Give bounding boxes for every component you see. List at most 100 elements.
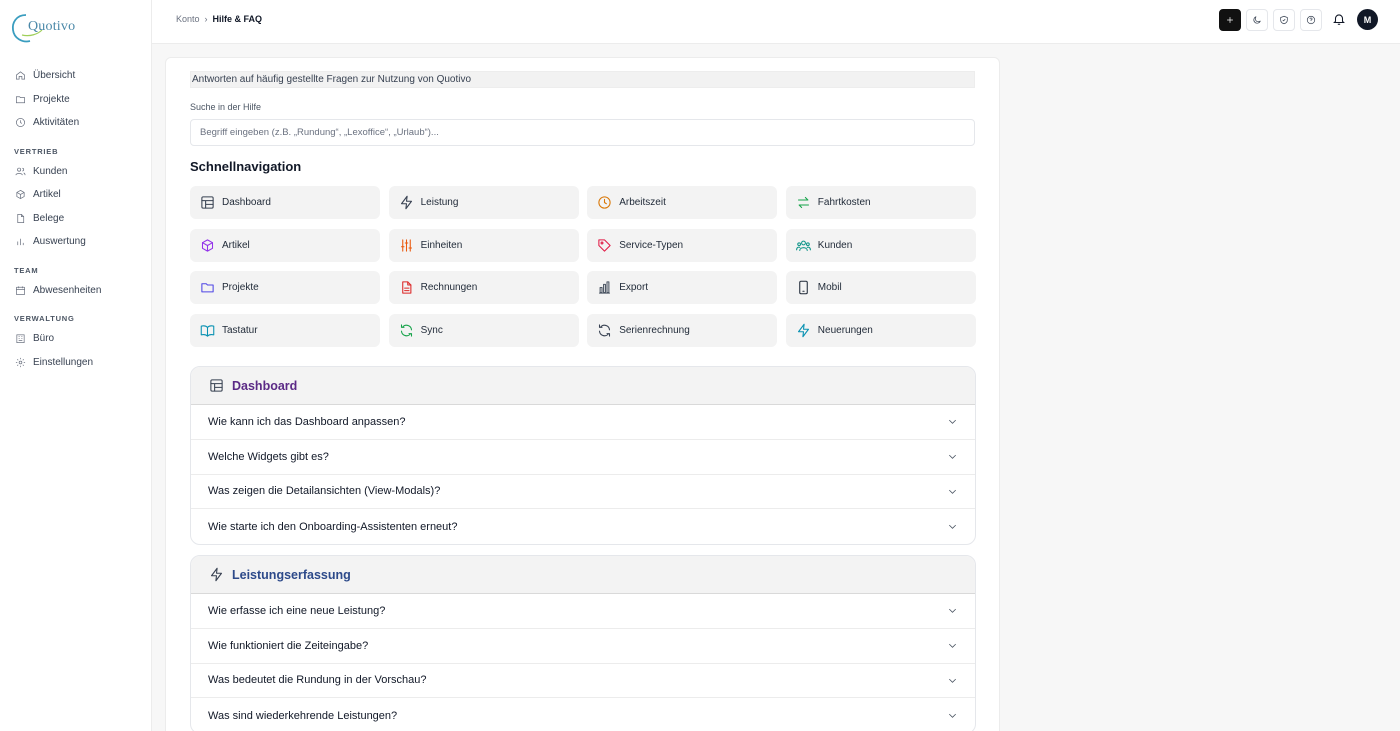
box-icon	[16, 190, 25, 200]
quick-nav-rechnungen[interactable]: Rechnungen	[388, 271, 579, 304]
book-icon	[200, 324, 215, 337]
sidebar-item-uebersicht[interactable]: Übersicht	[0, 64, 152, 88]
sidebar-section-team: TEAM	[14, 265, 39, 275]
file-icon	[17, 213, 25, 223]
chevron-down-icon	[948, 525, 957, 530]
folder-icon	[16, 96, 25, 103]
faq-item[interactable]: Was sind wiederkehrende Leistungen?	[191, 698, 975, 731]
quick-nav-label: Export	[619, 282, 649, 293]
quick-nav-tastatur[interactable]: Tastatur	[190, 313, 380, 347]
sidebar-item-aktivitaeten[interactable]: Aktivitäten	[0, 111, 152, 135]
refresh-icon	[599, 323, 611, 337]
quick-nav-dashboard[interactable]: Dashboard	[190, 186, 380, 219]
sidebar-section-vertrieb: VERTRIEB	[14, 146, 59, 156]
help-circle-icon	[1306, 15, 1316, 25]
chevron-down-icon	[948, 489, 957, 494]
quick-nav-kunden[interactable]: Kunden	[785, 228, 976, 262]
faq-item[interactable]: Was bedeutet die Rundung in der Vorschau…	[191, 664, 975, 699]
sidebar-item-buero[interactable]: Büro	[0, 327, 152, 351]
quotivo-logo[interactable]: Quotivo	[10, 10, 80, 46]
quick-nav-sync[interactable]: Sync	[388, 313, 579, 347]
security-button[interactable]	[1273, 9, 1295, 31]
moon-icon	[1253, 16, 1261, 24]
quick-nav-label: Leistung	[420, 197, 459, 208]
layout-icon	[201, 196, 214, 209]
chevron-down-icon	[948, 644, 957, 649]
sidebar-item-label: Einstellungen	[33, 356, 94, 368]
faq-section-leistungserfassung: Leistungserfassung Wie erfasse ich eine …	[190, 555, 976, 731]
quick-nav-export[interactable]: Export	[587, 271, 778, 304]
chevron-down-icon	[948, 678, 957, 683]
sidebar-item-artikel[interactable]: Artikel	[0, 183, 152, 207]
faq-section-header[interactable]: Leistungserfassung	[191, 556, 975, 594]
quick-nav-projekte[interactable]: Projekte	[190, 271, 380, 304]
faq-item[interactable]: Wie starte ich den Onboarding-Assistente…	[191, 509, 975, 544]
quick-nav-label: Einheiten	[420, 239, 463, 251]
faq-item[interactable]: Wie funktioniert die Zeiteingabe?	[191, 629, 975, 664]
quick-nav-grid: Dashboard Leistung Arbeitszeit Fahrtkost…	[190, 186, 976, 347]
tag-icon	[598, 238, 611, 252]
quick-nav-label: Dashboard	[222, 197, 271, 208]
quick-nav-label: Sync	[420, 324, 443, 336]
chart-icon	[599, 281, 611, 294]
calendar-icon	[16, 286, 25, 295]
help-faq-card: Antworten auf häufig gestellte Fragen zu…	[165, 57, 1000, 731]
arrows-icon	[797, 196, 809, 209]
sidebar-item-auswertung[interactable]: Auswertung	[0, 230, 152, 254]
breadcrumb-parent[interactable]: Konto	[176, 14, 200, 24]
help-button[interactable]	[1300, 9, 1322, 31]
sidebar-item-kunden[interactable]: Kunden	[0, 160, 152, 184]
quick-nav-label: Fahrtkosten	[817, 197, 871, 208]
quick-nav-label: Rechnungen	[420, 282, 478, 293]
breadcrumb: Konto › Hilfe & FAQ	[176, 14, 262, 24]
bar-chart-icon	[17, 239, 24, 246]
sidebar-item-label: Kunden	[33, 165, 68, 177]
quick-nav-arbeitszeit[interactable]: Arbeitszeit	[587, 186, 778, 219]
invoice-icon	[401, 281, 411, 294]
lightning-icon	[797, 323, 809, 337]
faq-item[interactable]: Welche Widgets gibt es?	[191, 440, 975, 475]
faq-item[interactable]: Was zeigen die Detailansichten (View-Mod…	[191, 475, 975, 510]
quick-nav-label: Service-Typen	[619, 239, 684, 251]
quick-nav-fahrtkosten[interactable]: Fahrtkosten	[785, 186, 976, 219]
add-button[interactable]	[1219, 9, 1241, 31]
quick-nav-label: Arbeitszeit	[619, 197, 666, 208]
users-icon	[15, 167, 26, 176]
faq-question: Wie kann ich das Dashboard anpassen?	[208, 415, 406, 428]
sidebar-item-label: Übersicht	[33, 70, 76, 82]
quick-nav-mobil[interactable]: Mobil	[785, 271, 976, 304]
shield-icon	[1280, 15, 1288, 25]
intro-text: Antworten auf häufig gestellte Fragen zu…	[190, 71, 975, 88]
faq-question: Wie erfasse ich eine neue Leistung?	[208, 604, 386, 617]
sidebar-item-projekte[interactable]: Projekte	[0, 88, 152, 112]
sidebar-item-label: Belege	[33, 212, 65, 224]
faq-item[interactable]: Wie kann ich das Dashboard anpassen?	[191, 405, 975, 440]
quick-nav-neuerungen[interactable]: Neuerungen	[785, 313, 976, 347]
faq-item[interactable]: Wie erfasse ich eine neue Leistung?	[191, 594, 975, 629]
bell-icon[interactable]	[1332, 11, 1346, 27]
user-avatar[interactable]: M	[1357, 9, 1378, 30]
sidebar-item-einstellungen[interactable]: Einstellungen	[0, 351, 152, 375]
quick-nav-label: Mobil	[817, 282, 842, 293]
quick-nav-serienrechnung[interactable]: Serienrechnung	[587, 313, 778, 347]
faq-question: Was zeigen die Detailansichten (View-Mod…	[208, 485, 441, 498]
lightning-icon	[400, 195, 412, 210]
sidebar-item-label: Projekte	[33, 93, 70, 105]
breadcrumb-current: Hilfe & FAQ	[212, 14, 263, 24]
faq-section-dashboard: Dashboard Wie kann ich das Dashboard anp…	[190, 366, 976, 546]
quick-nav-leistung[interactable]: Leistung	[388, 186, 579, 219]
faq-section-title: Leistungserfassung	[232, 567, 351, 582]
faq-section-header[interactable]: Dashboard	[191, 367, 975, 405]
chevron-down-icon	[948, 420, 957, 425]
quick-nav-service-typen[interactable]: Service-Typen	[587, 228, 778, 262]
help-search-input[interactable]	[190, 119, 975, 146]
chevron-down-icon	[948, 714, 957, 719]
sidebar-item-abwesenheiten[interactable]: Abwesenheiten	[0, 279, 152, 303]
top-header: Konto › Hilfe & FAQ M	[152, 0, 1400, 44]
chevron-down-icon	[948, 455, 957, 460]
sidebar-item-belege[interactable]: Belege	[0, 207, 152, 231]
quick-nav-artikel[interactable]: Artikel	[190, 228, 380, 262]
quick-nav-einheiten[interactable]: Einheiten	[388, 228, 579, 262]
theme-toggle-button[interactable]	[1246, 9, 1268, 31]
faq-question: Welche Widgets gibt es?	[208, 450, 329, 463]
